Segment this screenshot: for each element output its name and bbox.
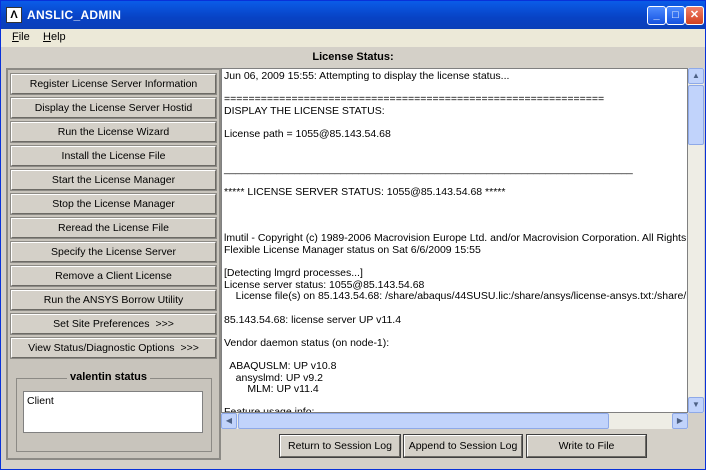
log-line: ***** LICENSE SERVER STATUS: 1055@85.143…: [224, 186, 506, 198]
stop-license-manager-button[interactable]: Stop the License Manager: [10, 193, 217, 215]
scroll-right-button[interactable]: ▶: [672, 413, 688, 429]
host-status-title: valentin status: [67, 371, 151, 383]
log-horizontal-scrollbar[interactable]: ◀ ▶: [221, 413, 688, 429]
horizontal-scroll-thumb[interactable]: [238, 413, 609, 429]
log-line: License server status: 1055@85.143.54.68: [224, 278, 425, 291]
log-line: 85.143.54.68: license server UP v11.4: [224, 313, 402, 326]
window-title: ANSLIC_ADMIN: [27, 8, 122, 22]
log-line: ========================================…: [224, 93, 605, 106]
log-vertical-scrollbar[interactable]: ▲ ▼: [688, 68, 704, 413]
minimize-button[interactable]: _: [647, 6, 666, 25]
vertical-scroll-thumb[interactable]: [688, 85, 704, 145]
log-line: ABAQUSLM: UP v10.8: [224, 360, 337, 372]
log-line: lmutil - Copyright (c) 1989-2006 Macrovi…: [224, 232, 688, 245]
reread-license-file-button[interactable]: Reread the License File: [10, 217, 217, 239]
log-line: MLM: UP v11.4: [224, 383, 319, 396]
view-status-diagnostic-label: View Status/Diagnostic Options: [28, 342, 175, 354]
run-license-wizard-button[interactable]: Run the License Wizard: [10, 121, 217, 143]
host-status-value: Client: [23, 391, 203, 433]
scroll-down-button[interactable]: ▼: [688, 397, 704, 413]
close-icon: ✕: [689, 9, 700, 21]
submenu-arrows: >>>: [155, 318, 174, 330]
set-site-preferences-label: Set Site Preferences: [53, 318, 150, 330]
log-line: DISPLAY THE LICENSE STATUS:: [224, 104, 385, 117]
app-window: Λ ANSLIC_ADMIN _ □ ✕ File Help License S…: [0, 0, 706, 470]
ansys-logo-icon: Λ: [6, 7, 22, 23]
arrow-right-icon: ▶: [676, 416, 684, 425]
display-hostid-button[interactable]: Display the License Server Hostid: [10, 97, 217, 119]
log-line: Jun 06, 2009 15:55: Attempting to displa…: [224, 70, 510, 82]
maximize-button[interactable]: □: [666, 6, 685, 25]
license-status-log[interactable]: Jun 06, 2009 15:55: Attempting to displa…: [221, 68, 688, 413]
scroll-up-button[interactable]: ▲: [688, 68, 704, 84]
log-line: [Detecting lmgrd processes...]: [224, 267, 363, 280]
set-site-preferences-button[interactable]: Set Site Preferences >>>: [10, 313, 217, 335]
maximize-icon: □: [672, 9, 679, 21]
menu-file[interactable]: File: [12, 31, 30, 43]
remove-client-license-button[interactable]: Remove a Client License: [10, 265, 217, 287]
write-to-file-button[interactable]: Write to File: [526, 434, 647, 458]
register-license-server-button[interactable]: Register License Server Information: [10, 73, 217, 95]
log-line: License path = 1055@85.143.54.68: [224, 128, 391, 140]
log-line: ansyslmd: UP v9.2: [224, 371, 324, 384]
minimize-icon: _: [653, 9, 660, 21]
arrow-down-icon: ▼: [692, 400, 700, 409]
close-button[interactable]: ✕: [685, 6, 704, 25]
scroll-left-button[interactable]: ◀: [221, 413, 237, 429]
host-status-group: valentin status Client: [16, 371, 212, 452]
specify-license-server-button[interactable]: Specify the License Server: [10, 241, 217, 263]
run-borrow-utility-button[interactable]: Run the ANSYS Borrow Utility: [10, 289, 217, 311]
start-license-manager-button[interactable]: Start the License Manager: [10, 169, 217, 191]
return-to-session-log-button[interactable]: Return to Session Log: [279, 434, 401, 458]
log-line: Feature usage info:: [224, 406, 315, 413]
arrow-left-icon: ◀: [225, 416, 233, 425]
action-sidebar: Register License Server Information Disp…: [6, 68, 221, 460]
menu-bar: File Help: [1, 29, 705, 47]
append-to-session-log-button[interactable]: Append to Session Log: [403, 434, 523, 458]
license-status-heading: License Status:: [312, 51, 394, 63]
log-line: ________________________________________…: [224, 162, 633, 175]
log-line: Vendor daemon status (on node-1):: [224, 336, 390, 349]
log-line: Flexible License Manager status on Sat 6…: [224, 244, 481, 256]
log-line: License file(s) on 85.143.54.68: /share/…: [224, 290, 688, 303]
install-license-file-button[interactable]: Install the License File: [10, 145, 217, 167]
view-status-diagnostic-button[interactable]: View Status/Diagnostic Options >>>: [10, 337, 217, 359]
menu-help[interactable]: Help: [43, 31, 66, 43]
submenu-arrows: >>>: [180, 342, 199, 354]
title-bar[interactable]: Λ ANSLIC_ADMIN _ □ ✕: [1, 1, 705, 29]
arrow-up-icon: ▲: [692, 71, 700, 80]
